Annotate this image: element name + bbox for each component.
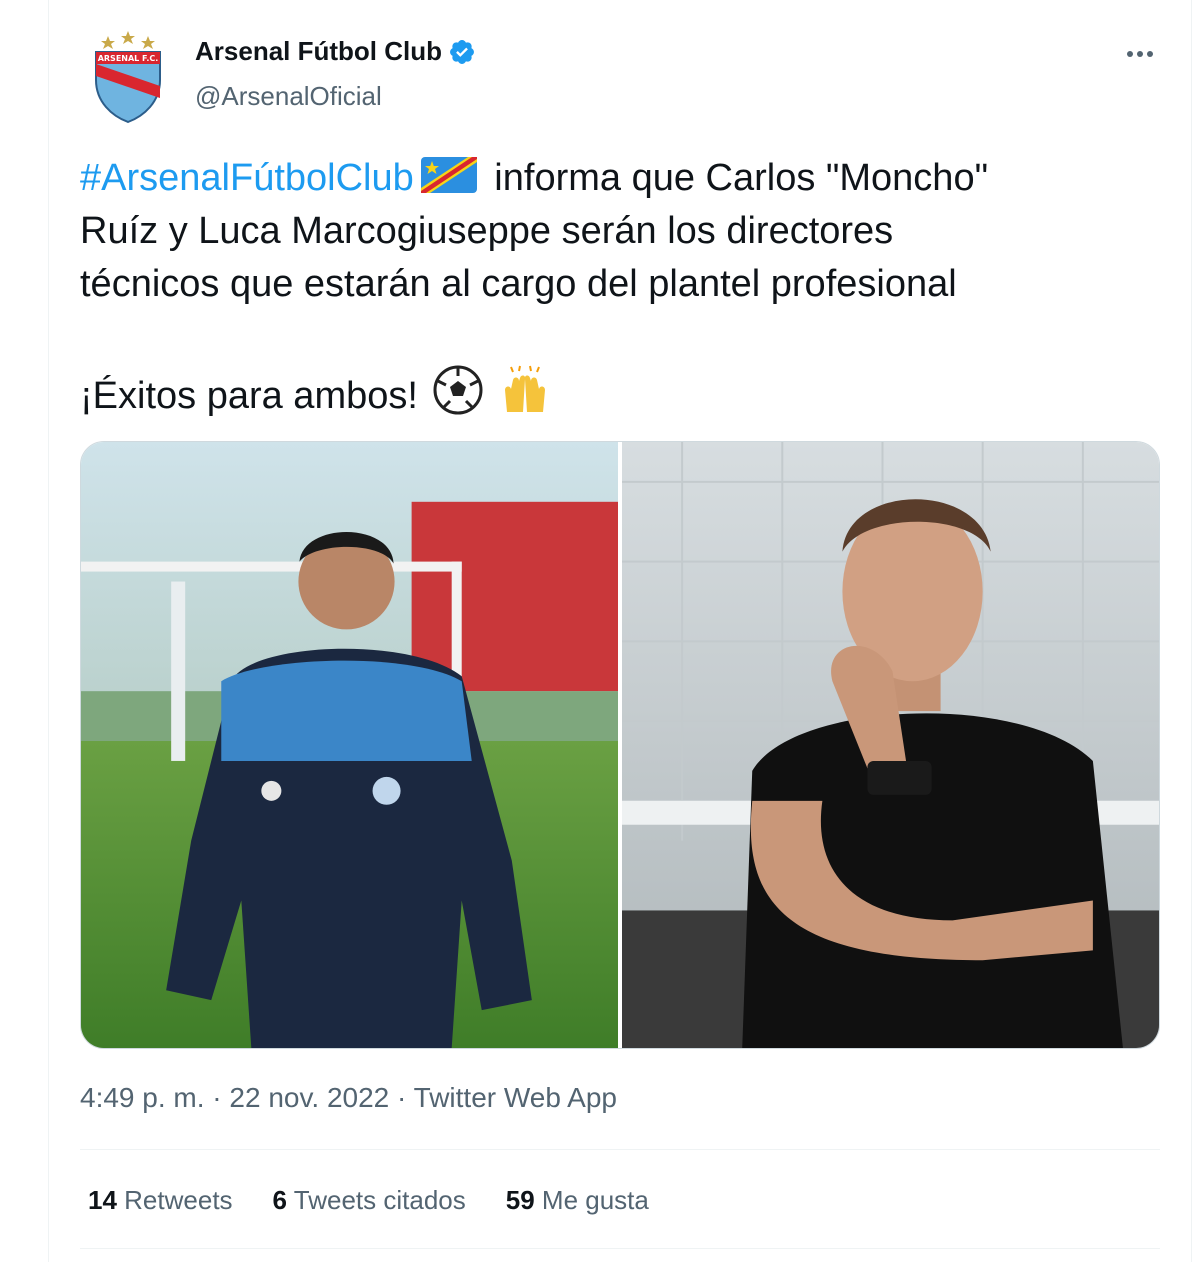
media-grid — [80, 441, 1160, 1049]
more-options-icon[interactable] — [1122, 42, 1158, 66]
likes-count: 59 — [505, 1185, 535, 1215]
tweet-line-1: #ArsenalFútbolClub informa que Carlos "M… — [80, 152, 1170, 205]
source-app-link[interactable]: Twitter Web App — [414, 1082, 617, 1113]
author-name[interactable]: Arsenal Fútbol Club — [195, 36, 442, 67]
retweets-label: Retweets — [124, 1185, 233, 1215]
retweets-stat[interactable]: 14 Retweets — [88, 1185, 233, 1216]
retweets-count: 14 — [88, 1185, 117, 1215]
tweet-date[interactable]: 22 nov. 2022 — [229, 1082, 389, 1113]
tweet-meta: 4:49 p. m. · 22 nov. 2022 · Twitter Web … — [80, 1082, 617, 1114]
tweet-line-4: ¡Éxitos para ambos! — [80, 364, 1170, 423]
meta-separator: · — [204, 1082, 230, 1113]
photo-coach-carlos-ruiz[interactable] — [81, 442, 618, 1048]
divider — [80, 1248, 1160, 1249]
tweet-line-3: técnicos que estarán al cargo del plante… — [80, 263, 957, 305]
author-handle[interactable]: @ArsenalOficial — [195, 81, 476, 112]
quotes-stat[interactable]: 6 Tweets citados — [273, 1185, 466, 1216]
flag-icon — [420, 156, 478, 194]
tweet-stats: 14 Retweets 6 Tweets citados 59 Me gusta — [88, 1185, 649, 1216]
quotes-count: 6 — [272, 1185, 288, 1215]
svg-text:ARSENAL F.C.: ARSENAL F.C. — [98, 54, 159, 63]
divider — [80, 1149, 1160, 1150]
tweet-line-2: Ruíz y Luca Marcogiuseppe serán los dire… — [80, 210, 894, 252]
arsenal-crest-icon[interactable]: ARSENAL F.C. — [88, 28, 168, 124]
meta-separator: · — [389, 1082, 414, 1113]
likes-stat[interactable]: 59 Me gusta — [506, 1185, 649, 1216]
soccer-ball-icon — [432, 364, 484, 416]
tweet-line-1-rest: informa que Carlos "Moncho" — [483, 157, 989, 199]
quotes-label: Tweets citados — [293, 1185, 466, 1215]
author-block: Arsenal Fútbol Club @ArsenalOficial — [195, 36, 476, 112]
tweet-time[interactable]: 4:49 p. m. — [80, 1082, 205, 1113]
tweet-text: #ArsenalFútbolClub informa que Carlos "M… — [80, 152, 1170, 423]
verified-badge-icon — [448, 38, 476, 66]
photo-coach-luca-marcogiuseppe[interactable] — [622, 442, 1159, 1048]
hashtag-link[interactable]: #ArsenalFútbolClub — [80, 157, 414, 199]
raising-hands-icon — [499, 364, 551, 416]
tweet-line-4-text: ¡Éxitos para ambos! — [80, 375, 418, 417]
likes-label: Me gusta — [541, 1185, 649, 1215]
